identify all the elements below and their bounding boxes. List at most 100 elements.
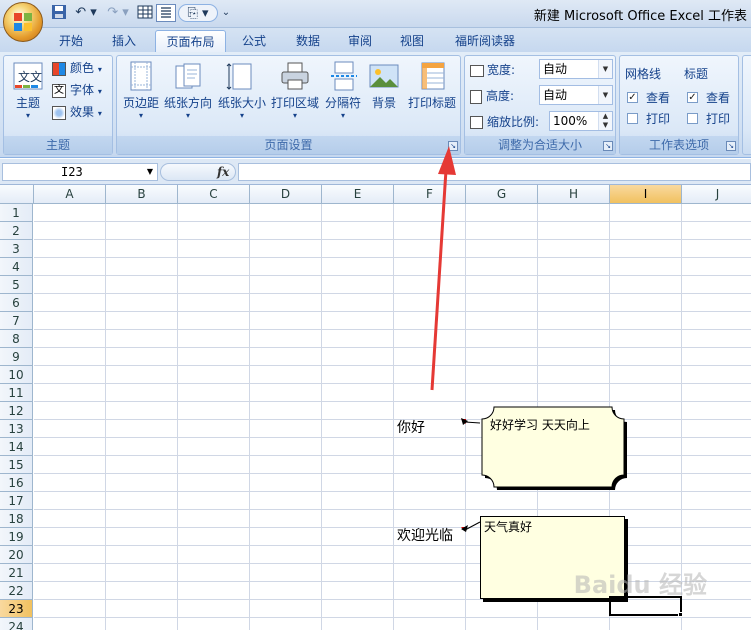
worksheet-grid[interactable]: ABCDEFGHIJ 1 2 3 4 5 6 7 8 9 10 11 12 13 14 15 16 17 18 19… (0, 185, 751, 630)
customize-toolbar-icon[interactable]: ⌄ (221, 4, 231, 22)
themes-button[interactable]: 文文 主题 ▾ (8, 58, 48, 121)
scale-icon (470, 116, 483, 129)
scale-value: 100% (553, 114, 588, 128)
width-value: 自动 (543, 62, 568, 76)
theme-effects-button[interactable]: 效果 ▾ (52, 102, 102, 122)
checkbox-unchecked-icon (687, 113, 698, 124)
window-title: 新建 Microsoft Office Excel 工作表 (533, 9, 747, 24)
height-icon (470, 89, 482, 104)
theme-fonts-button[interactable]: 文字体 ▾ (52, 80, 102, 100)
picture-icon (368, 60, 400, 92)
paper-size-icon (226, 60, 258, 92)
sheet-options-dialog-launcher-icon[interactable]: ↘ (726, 141, 736, 151)
scale-dialog-launcher-icon[interactable]: ↘ (603, 141, 613, 151)
size-button[interactable]: 纸张大小 ▾ (216, 58, 268, 121)
scale-to-fit-group-label: 调整为合适大小 (465, 136, 615, 154)
headings-heading: 标题 (684, 67, 709, 81)
width-label: 宽度: (487, 63, 516, 77)
fill-handle[interactable] (678, 612, 683, 617)
spinner-arrows-icon[interactable]: ▲ ▼ (598, 112, 612, 130)
tab-page-layout[interactable]: 页面布局 (155, 30, 226, 52)
orientation-icon (172, 60, 204, 92)
tab-formulas[interactable]: 公式 (231, 30, 277, 52)
theme-effects-label: 效果 (70, 105, 95, 119)
scale-to-fit-group: 宽度: 自动 ▼ 高度: 自动 ▼ 缩放比例: 100% ▲ ▼ 调整为合适大小 … (464, 55, 616, 155)
width-icon (470, 64, 484, 77)
scale-label-row: 缩放比例: (470, 112, 539, 132)
tab-home[interactable]: 开始 (48, 30, 94, 52)
scale-label: 缩放比例: (487, 115, 540, 129)
theme-colors-button[interactable]: 颜色 ▾ (52, 58, 102, 78)
gridlines-print-label: 打印 (646, 112, 671, 126)
tab-review[interactable]: 审阅 (337, 30, 383, 52)
margins-label: 页边距 (122, 96, 159, 110)
checkbox-checked-icon: ✓ (687, 92, 698, 103)
gridlines-print-checkbox[interactable]: 打印 (627, 109, 670, 129)
print-area-label: 打印区域 (270, 96, 319, 110)
print-area-button[interactable]: 打印区域 ▾ (269, 58, 321, 121)
tab-view[interactable]: 视图 (389, 30, 435, 52)
background-label: 背景 (371, 96, 396, 110)
height-label-row: 高度: (470, 86, 514, 106)
save-icon[interactable] (50, 4, 68, 22)
background-button[interactable]: 背景 (366, 58, 402, 111)
formula-input[interactable] (238, 163, 751, 181)
undo-icon[interactable]: ↶ ▾ (71, 4, 101, 22)
svg-text:文文: 文文 (18, 69, 42, 84)
checkbox-unchecked-icon (627, 113, 638, 124)
chevron-down-icon: ▼ (598, 60, 612, 78)
print-titles-label: 打印标题 (407, 96, 456, 110)
breaks-button[interactable]: 分隔符 ▾ (321, 58, 365, 121)
print-titles-icon (416, 60, 448, 92)
insert-function-icon[interactable]: fx (217, 163, 229, 181)
print-titles-button[interactable]: 打印标题 (405, 58, 459, 111)
gridlines-heading: 网格线 (625, 67, 662, 81)
page-setup-dialog-launcher-icon[interactable]: ↘ (448, 141, 458, 151)
palette-icon (52, 61, 66, 76)
theme-fonts-label: 字体 (70, 83, 95, 97)
comment-box-1-text[interactable]: 好好学习 天天向上 (490, 416, 590, 433)
office-button[interactable] (3, 2, 43, 42)
size-label: 纸张大小 (217, 96, 266, 110)
gridlines-view-checkbox[interactable]: ✓ 查看 (627, 88, 670, 108)
checkbox-checked-icon: ✓ (627, 92, 638, 103)
height-dropdown[interactable]: 自动 ▼ (539, 85, 613, 105)
headings-view-checkbox[interactable]: ✓ 查看 (687, 88, 730, 108)
breaks-label: 分隔符 (324, 96, 361, 110)
margins-button[interactable]: 页边距 ▾ (119, 58, 163, 121)
arrange-group-partial (742, 55, 751, 155)
name-box[interactable]: I23 (2, 163, 158, 181)
width-dropdown[interactable]: 自动 ▼ (539, 59, 613, 79)
headings-print-label: 打印 (706, 112, 731, 126)
theme-colors-label: 颜色 (70, 61, 95, 75)
headings-print-checkbox[interactable]: 打印 (687, 109, 730, 129)
align-text-icon[interactable] (156, 4, 176, 22)
watermark-text: Baidu 经验 (573, 571, 707, 599)
sheet-options-group: 网格线 标题 ✓ 查看 ✓ 查看 打印 打印 工作表选项 ↘ (619, 55, 739, 155)
orientation-button[interactable]: 纸张方向 ▾ (163, 58, 213, 121)
width-label-row: 宽度: (470, 60, 515, 80)
office-logo-icon (14, 13, 32, 31)
themes-group-label: 主题 (4, 136, 112, 154)
headings-view-label: 查看 (706, 91, 731, 105)
themes-icon: 文文 (12, 60, 44, 92)
tab-foxit-reader[interactable]: 福昕阅读器 (445, 30, 525, 52)
font-icon: 文 (52, 83, 66, 98)
page-break-icon (327, 60, 359, 92)
orientation-label: 纸张方向 (163, 96, 212, 110)
gridlines-view-label: 查看 (646, 91, 671, 105)
page-setup-group: 页边距 ▾ 纸张方向 ▾ 纸张大小 ▾ 打印区域 ▾ 分隔符 ▾ 背景 打印标题… (116, 55, 461, 155)
tab-insert[interactable]: 插入 (101, 30, 147, 52)
themes-group: 文文 主题 ▾ 颜色 ▾ 文字体 ▾ 效果 ▾ 主题 (3, 55, 113, 155)
redo-icon[interactable]: ↷ ▾ (103, 4, 133, 22)
comment-connectors (461, 406, 627, 532)
chevron-down-icon: ▼ (598, 86, 612, 104)
themes-button-label: 主题 (15, 96, 40, 110)
sheet-options-group-label: 工作表选项 (620, 136, 738, 154)
height-value: 自动 (543, 88, 568, 102)
tab-data[interactable]: 数据 (285, 30, 331, 52)
table-grid-icon[interactable] (136, 4, 154, 22)
name-box-dropdown-icon[interactable]: ▼ (143, 163, 157, 181)
quick-access-dropdown-icon[interactable]: ⎘ ▾ (178, 4, 218, 22)
scale-spinner[interactable]: 100% ▲ ▼ (549, 111, 613, 131)
